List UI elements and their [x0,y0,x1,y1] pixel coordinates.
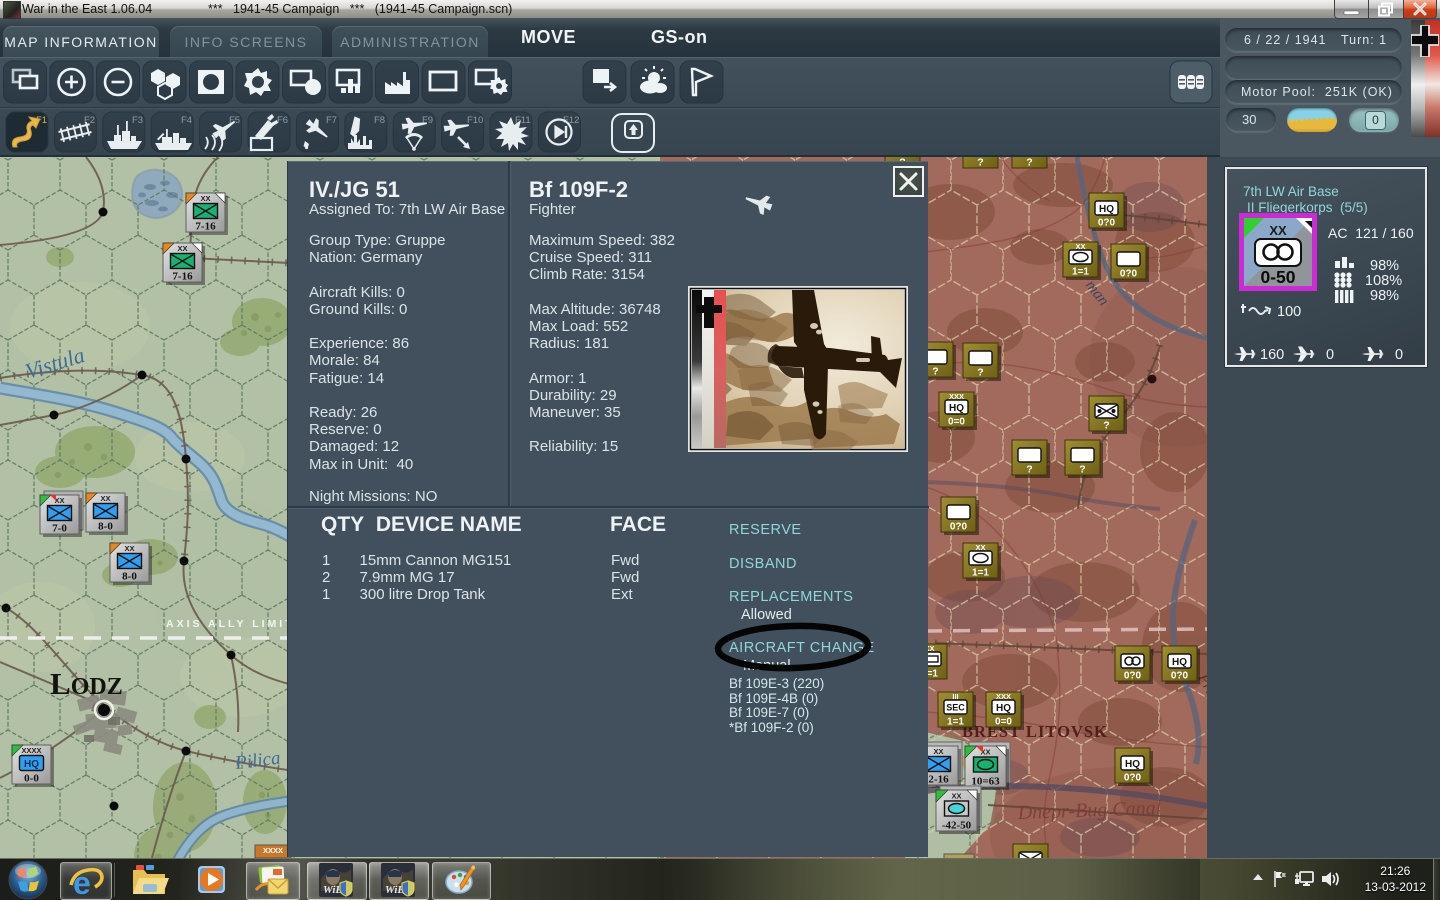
svg-text:0?0: 0?0 [1171,671,1189,682]
svg-text:0?0: 0?0 [1124,671,1142,682]
svg-text:8-0: 8-0 [122,571,137,583]
svg-text:F3: F3 [132,115,143,126]
svg-text:1=1: 1=1 [972,568,989,579]
svg-text:HQ: HQ [24,759,39,770]
svg-text:?: ? [932,366,938,378]
svg-text:?: ? [1103,420,1109,432]
svg-text:7-0: 7-0 [52,523,67,535]
svg-text:8-0: 8-0 [98,521,113,533]
svg-text:-42-50: -42-50 [942,820,972,832]
svg-text:160: 160 [1260,347,1284,363]
svg-text:0=0: 0=0 [995,717,1012,728]
svg-text:7-16: 7-16 [172,271,193,283]
svg-text:?: ? [977,367,983,379]
svg-text:AC 121 / 160: AC 121 / 160 [1328,225,1414,241]
svg-text:XX: XX [100,494,110,503]
svg-text:98%: 98% [1370,288,1399,304]
svg-text:0-0: 0-0 [24,773,39,785]
svg-text:1=1: 1=1 [1072,267,1089,278]
svg-text:F4: F4 [181,115,192,126]
svg-text:0: 0 [1395,347,1403,363]
svg-text:2-16: 2-16 [928,774,949,786]
svg-text:F7: F7 [326,115,337,126]
svg-text:XX: XX [1269,223,1287,238]
svg-text:F6: F6 [277,115,288,126]
svg-text:XX: XX [124,544,134,553]
svg-text:100: 100 [1277,304,1301,320]
svg-text:108%: 108% [1365,273,1402,289]
svg-text:0?0: 0?0 [1124,773,1142,784]
svg-text:F8: F8 [374,115,385,126]
svg-text:XXXX: XXXX [21,746,41,755]
svg-text:?: ? [1079,464,1085,476]
svg-text:XXXX: XXXX [263,846,283,855]
svg-text:1=1: 1=1 [947,717,964,728]
svg-text:0=0: 0=0 [948,417,965,428]
svg-text:?: ? [977,157,983,169]
svg-text:F10: F10 [467,115,483,126]
svg-text:XX: XX [200,194,210,203]
svg-text:0?0: 0?0 [950,522,968,533]
svg-text:XX: XX [933,747,943,756]
svg-text:0?0: 0?0 [1098,218,1116,229]
svg-text:0-50: 0-50 [1260,267,1295,287]
svg-text:XX: XX [177,244,187,253]
svg-text:?: ? [1026,464,1032,476]
svg-text:XX: XX [951,792,961,801]
svg-text:BREST LITOVSK: BREST LITOVSK [962,722,1108,741]
svg-text:?: ? [1026,157,1032,169]
svg-text:7-16: 7-16 [195,221,216,233]
svg-text:0?0: 0?0 [1120,269,1138,280]
svg-text:98%: 98% [1370,258,1399,274]
svg-text:0: 0 [1326,347,1334,363]
